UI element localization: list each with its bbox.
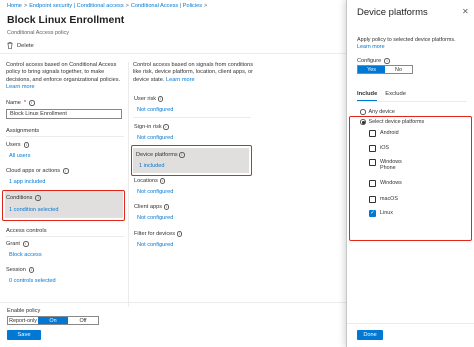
breadcrumb-separator: > — [23, 3, 28, 9]
users-value-link[interactable]: All users — [9, 153, 30, 159]
client-apps-label: Client apps i — [134, 204, 170, 210]
access-controls-heading: Access controls — [6, 228, 47, 234]
page-title: Block Linux Enrollment — [7, 14, 125, 26]
learn-more-link[interactable]: Learn more — [6, 84, 35, 90]
page-subtitle: Conditional Access policy — [7, 30, 70, 36]
yes-option[interactable]: Yes — [358, 66, 385, 73]
tabs-divider — [357, 101, 467, 102]
breadcrumb: Home > Endpoint security | Conditional acc… — [7, 3, 209, 9]
divider — [6, 136, 124, 137]
info-icon[interactable]: i — [176, 231, 183, 237]
report-only-option[interactable]: Report-only — [8, 317, 38, 324]
delete-button[interactable]: Delete — [7, 42, 34, 49]
assignments-heading: Assignments — [6, 128, 40, 134]
conditions-highlight-box — [2, 190, 125, 221]
configure-label: Configure i — [357, 58, 390, 64]
info-icon[interactable]: i — [163, 124, 169, 130]
info-icon[interactable]: i — [157, 96, 164, 102]
panel-footer-divider — [347, 323, 474, 324]
any-device-radio[interactable]: Any device — [360, 109, 395, 115]
breadcrumb-home[interactable]: Home — [7, 3, 22, 9]
info-icon[interactable]: i — [23, 241, 29, 247]
client-apps-value-link[interactable]: Not configured — [137, 215, 173, 221]
tab-include[interactable]: Include — [357, 91, 378, 101]
divider — [133, 117, 251, 118]
info-icon[interactable]: i — [28, 267, 35, 273]
breadcrumb-endpoint-security[interactable]: Endpoint security | Conditional access — [29, 3, 123, 9]
grant-value-link[interactable]: Block access — [9, 252, 42, 258]
policy-description: Control access based on Conditional Acce… — [4, 62, 128, 91]
breadcrumb-separator: > — [125, 3, 129, 9]
signin-risk-value-link[interactable]: Not configured — [137, 135, 173, 141]
session-label: Session i — [6, 267, 35, 273]
grant-label: Grant i — [6, 241, 29, 247]
panel-title: Device platforms — [357, 7, 428, 18]
name-field[interactable]: Block Linux Enrollment — [6, 109, 122, 119]
filter-devices-label: Filter for devices i — [134, 231, 183, 237]
users-label: Users i — [6, 142, 30, 148]
signin-risk-label: Sign-in risk i — [134, 124, 169, 130]
policy-description-text: Control access based on Conditional Acce… — [6, 62, 121, 83]
tab-exclude[interactable]: Exclude — [385, 91, 406, 101]
delete-label: Delete — [17, 42, 34, 49]
info-icon[interactable]: i — [159, 178, 166, 184]
done-button[interactable]: Done — [357, 330, 383, 340]
cloud-apps-label: Cloud apps or actions i — [6, 168, 69, 174]
info-icon[interactable]: i — [63, 168, 69, 174]
policy-main-pane: Home > Endpoint security | Conditional acc… — [0, 0, 346, 347]
locations-label: Locations i — [134, 178, 166, 184]
filter-devices-value-link[interactable]: Not configured — [137, 242, 173, 248]
trash-icon — [7, 42, 13, 49]
any-device-label: Any device — [368, 109, 395, 115]
apply-description-text: Apply policy to selected device platform… — [357, 37, 456, 43]
save-button[interactable]: Save — [7, 330, 41, 340]
device-platforms-highlight-box — [131, 145, 252, 176]
off-option[interactable]: Off — [68, 317, 98, 324]
enable-policy-toggle: Report-only On Off — [7, 316, 99, 325]
radio-icon — [360, 109, 366, 115]
info-icon[interactable]: i — [29, 100, 35, 106]
user-risk-value-link[interactable]: Not configured — [137, 107, 173, 113]
breadcrumb-separator: > — [204, 3, 208, 9]
conditions-description: Control access based on signals from con… — [131, 62, 255, 84]
device-platforms-panel: Device platforms ✕ Apply policy to selec… — [346, 0, 474, 347]
info-icon[interactable]: i — [23, 142, 30, 148]
close-icon[interactable]: ✕ — [462, 7, 469, 16]
column-separator — [128, 62, 129, 307]
header-divider — [0, 53, 346, 54]
cloud-apps-value-link[interactable]: 1 app included — [9, 179, 45, 185]
user-risk-label: User risk i — [134, 96, 164, 102]
no-option[interactable]: No — [385, 66, 412, 73]
info-icon[interactable]: i — [384, 58, 390, 64]
learn-more-link[interactable]: Learn more — [166, 77, 195, 83]
name-label: Name * i — [6, 100, 35, 106]
configure-toggle: Yes No — [357, 65, 413, 74]
divider — [6, 236, 124, 237]
info-icon[interactable]: i — [163, 204, 170, 210]
include-exclude-tabs: Include Exclude — [357, 91, 406, 101]
platforms-highlight-box — [349, 116, 472, 241]
on-option[interactable]: On — [38, 317, 68, 324]
session-value-link[interactable]: 0 controls selected — [9, 278, 56, 284]
locations-value-link[interactable]: Not configured — [137, 189, 173, 195]
breadcrumb-ca-policies[interactable]: Conditional Access | Policies — [131, 3, 202, 9]
enable-policy-label: Enable policy — [7, 308, 41, 314]
learn-more-link[interactable]: Learn more — [357, 44, 385, 50]
apply-description: Apply policy to selected device platform… — [357, 37, 467, 51]
footer-divider — [0, 302, 346, 303]
